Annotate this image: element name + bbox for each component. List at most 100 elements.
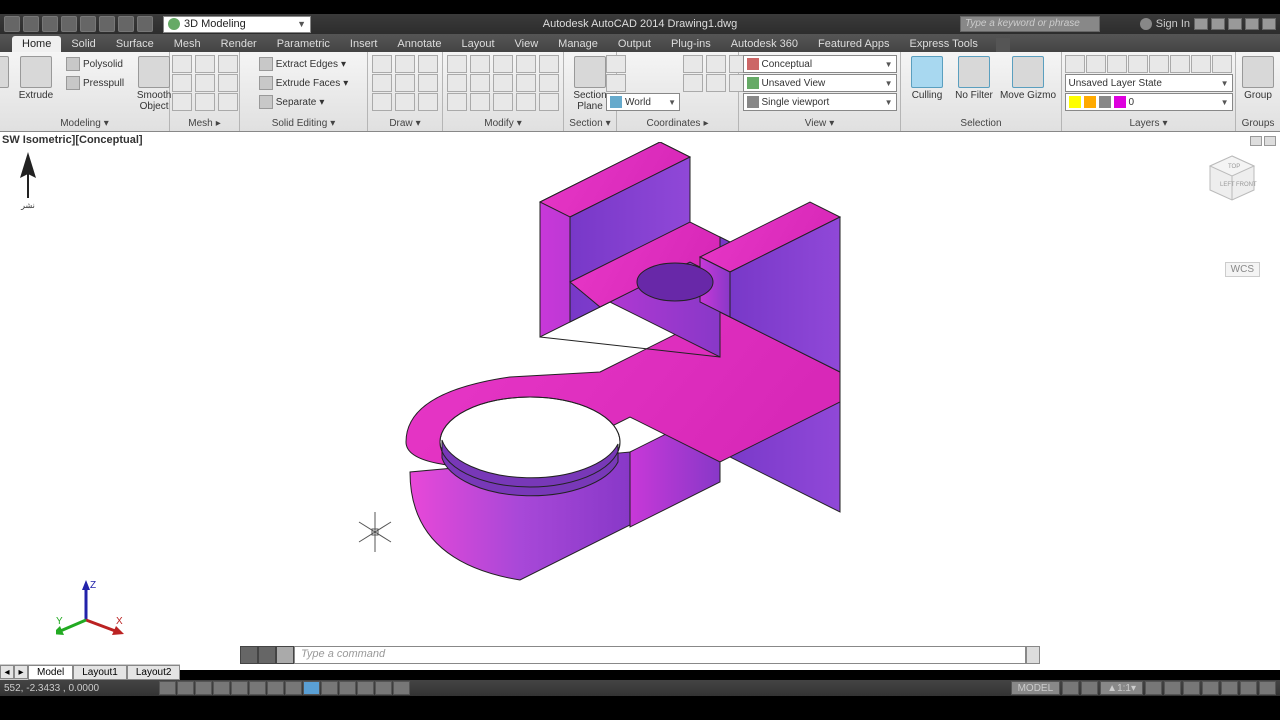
- exchange-icon[interactable]: [1194, 18, 1208, 30]
- move-icon[interactable]: [447, 55, 467, 73]
- layout-tab-1[interactable]: Layout1: [73, 665, 127, 680]
- mod-btn2[interactable]: [539, 74, 559, 92]
- lwt-toggle[interactable]: [321, 681, 338, 695]
- extract-edges-button[interactable]: Extract Edges▾: [254, 55, 354, 73]
- hardware-accel-icon[interactable]: [1221, 681, 1238, 695]
- chevron-down-icon[interactable]: ▾: [1162, 118, 1167, 129]
- presspull-button[interactable]: Presspull: [61, 74, 129, 92]
- qat-save-icon[interactable]: [61, 16, 77, 32]
- mesh-btn6[interactable]: [195, 93, 215, 111]
- vp-max-icon[interactable]: [1264, 136, 1276, 146]
- mesh-btn2[interactable]: [172, 74, 192, 92]
- tab-featured[interactable]: Featured Apps: [808, 36, 900, 52]
- quickview-layouts-icon[interactable]: [1081, 681, 1098, 695]
- gizmo-button[interactable]: Move Gizmo: [999, 54, 1057, 101]
- erase-icon[interactable]: [516, 55, 536, 73]
- chevron-down-icon[interactable]: ▾: [829, 118, 834, 129]
- tab-manage[interactable]: Manage: [548, 36, 608, 52]
- mesh-btn5[interactable]: [195, 74, 215, 92]
- ribbon-expand-icon[interactable]: [996, 38, 1010, 52]
- tab-render[interactable]: Render: [211, 36, 267, 52]
- separate-button[interactable]: Separate▾: [254, 93, 354, 111]
- qat-print-icon[interactable]: [99, 16, 115, 32]
- ucs-btn6[interactable]: [706, 74, 726, 92]
- osnap-toggle[interactable]: [231, 681, 248, 695]
- qat-saveas-icon[interactable]: [80, 16, 96, 32]
- toolbar-lock-icon[interactable]: [1202, 681, 1219, 695]
- tab-output[interactable]: Output: [608, 36, 661, 52]
- command-input[interactable]: Type a command: [294, 646, 1026, 664]
- mesh-btn7[interactable]: [218, 55, 238, 73]
- am-toggle[interactable]: [393, 681, 410, 695]
- qat-undo-icon[interactable]: [118, 16, 134, 32]
- otrack-toggle[interactable]: [267, 681, 284, 695]
- ucs-btn2[interactable]: [606, 74, 626, 92]
- group-button[interactable]: Group: [1236, 54, 1280, 101]
- trim-icon[interactable]: [493, 55, 513, 73]
- drawing-area[interactable]: SW Isometric][Conceptual] نشر LEFT FRONT…: [0, 132, 1280, 670]
- ducs-toggle[interactable]: [285, 681, 302, 695]
- copy-icon[interactable]: [447, 74, 467, 92]
- quickview-icon[interactable]: [1062, 681, 1079, 695]
- filter-button[interactable]: No Filter: [952, 54, 996, 101]
- layer-btn1[interactable]: [1065, 55, 1085, 73]
- spline-icon[interactable]: [395, 74, 415, 92]
- layer-dropdown[interactable]: 0▼: [1065, 93, 1233, 111]
- launcher-icon[interactable]: ▸: [216, 118, 221, 129]
- workspace-dropdown[interactable]: 3D Modeling ▼: [163, 16, 311, 33]
- array-icon[interactable]: [493, 93, 513, 111]
- viewport-dropdown[interactable]: Single viewport▼: [743, 93, 897, 111]
- extrude-faces-button[interactable]: Extrude Faces▾: [254, 74, 354, 92]
- point-icon[interactable]: [418, 93, 438, 111]
- tab-scroll-left-icon[interactable]: ◂: [0, 665, 14, 679]
- qat-open-icon[interactable]: [42, 16, 58, 32]
- cmd-prompt-icon[interactable]: [276, 646, 294, 664]
- offset-icon[interactable]: [516, 93, 536, 111]
- qat-app-icon[interactable]: [4, 16, 20, 32]
- box-button[interactable]: [0, 54, 11, 88]
- culling-button[interactable]: Culling: [905, 54, 949, 101]
- tab-view[interactable]: View: [505, 36, 549, 52]
- explode-icon[interactable]: [516, 74, 536, 92]
- mod-btn1[interactable]: [539, 55, 559, 73]
- cmd-config-icon[interactable]: [258, 646, 276, 664]
- layout-tab-2[interactable]: Layout2: [127, 665, 181, 680]
- chevron-down-icon[interactable]: ▾: [330, 118, 335, 129]
- rotate-icon[interactable]: [470, 55, 490, 73]
- ucs-btn3[interactable]: [683, 55, 703, 73]
- annoscale-dropdown[interactable]: ▲ 1:1 ▾: [1100, 681, 1143, 695]
- visual-style-dropdown[interactable]: Conceptual▼: [743, 55, 897, 73]
- chevron-down-icon[interactable]: ▾: [104, 118, 109, 129]
- mesh-btn4[interactable]: [195, 55, 215, 73]
- tab-solid[interactable]: Solid: [61, 36, 105, 52]
- mesh-btn1[interactable]: [172, 55, 192, 73]
- fillet-icon[interactable]: [493, 74, 513, 92]
- layer-btn8[interactable]: [1212, 55, 1232, 73]
- launcher-icon[interactable]: ▸: [703, 118, 708, 129]
- tab-express[interactable]: Express Tools: [900, 36, 988, 52]
- mesh-btn8[interactable]: [218, 74, 238, 92]
- layer-btn3[interactable]: [1107, 55, 1127, 73]
- help-icon[interactable]: [1211, 18, 1225, 30]
- view-dropdown[interactable]: Unsaved View▼: [743, 74, 897, 92]
- sign-in-button[interactable]: Sign In: [1140, 18, 1190, 30]
- cmd-close-icon[interactable]: [240, 646, 258, 664]
- layout-tab-model[interactable]: Model: [28, 665, 73, 680]
- ucs-btn5[interactable]: [706, 55, 726, 73]
- model-badge[interactable]: MODEL: [1011, 681, 1061, 695]
- tab-scroll-right-icon[interactable]: ▸: [14, 665, 28, 679]
- ortho-toggle[interactable]: [195, 681, 212, 695]
- layer-btn6[interactable]: [1170, 55, 1190, 73]
- snap-toggle[interactable]: [159, 681, 176, 695]
- line-icon[interactable]: [372, 55, 392, 73]
- ucs-btn4[interactable]: [683, 74, 703, 92]
- maximize-icon[interactable]: [1245, 18, 1259, 30]
- tab-insert[interactable]: Insert: [340, 36, 388, 52]
- tab-surface[interactable]: Surface: [106, 36, 164, 52]
- mirror-icon[interactable]: [470, 74, 490, 92]
- tab-annotate[interactable]: Annotate: [387, 36, 451, 52]
- tpy-toggle[interactable]: [339, 681, 356, 695]
- clean-screen-icon[interactable]: [1259, 681, 1276, 695]
- arc-icon[interactable]: [395, 55, 415, 73]
- sc-toggle[interactable]: [375, 681, 392, 695]
